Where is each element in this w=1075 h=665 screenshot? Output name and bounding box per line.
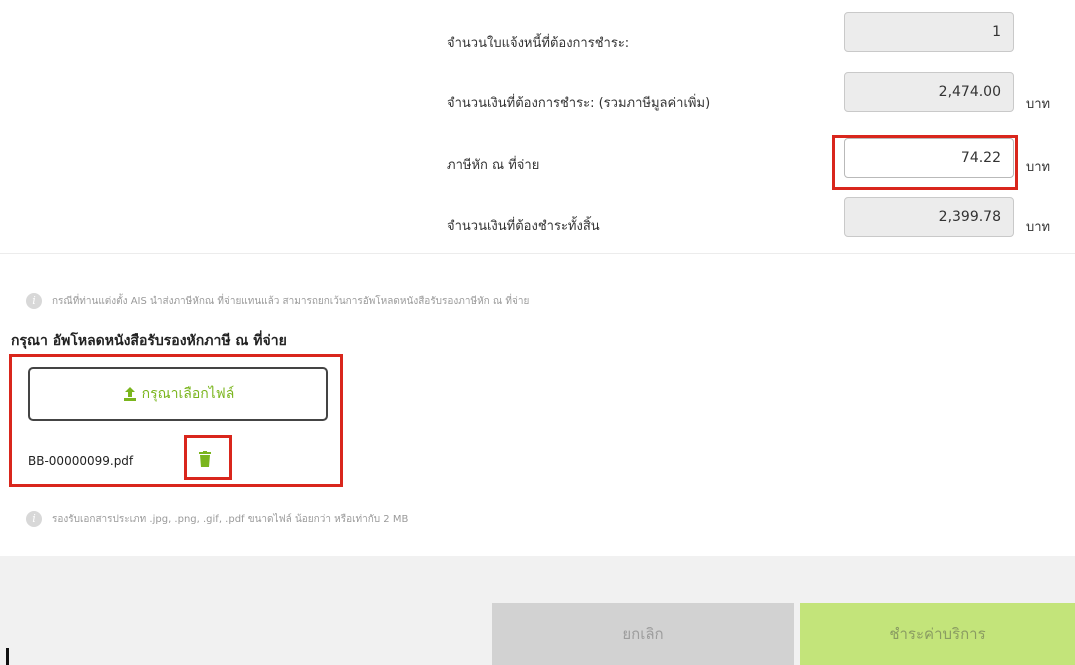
choose-file-label: กรุณาเลือกไฟล์ [141,386,235,402]
invoice-count-field: 1 [844,12,1014,52]
payment-page: จำนวนใบแจ้งหนี้ที่ต้องการชำระ: 1 จำนวนเง… [0,0,1075,665]
trash-icon[interactable] [198,451,212,467]
choose-file-button[interactable]: กรุณาเลือกไฟล์ [28,367,328,421]
upload-heading: กรุณา อัพโหลดหนังสือรับรองหักภาษี ณ ที่จ… [11,333,287,349]
invoice-count-label: จำนวนใบแจ้งหนี้ที่ต้องการชำระ: [447,36,630,51]
withholding-tax-unit: บาท [1026,160,1051,175]
amount-unit: บาท [1026,97,1051,112]
total-field: 2,399.78 [844,197,1014,237]
file-types-note-text: รองรับเอกสารประเภท .jpg, .png, .gif, .pd… [52,513,409,525]
cancel-button[interactable]: ยกเลิก [492,603,794,665]
withholding-tax-input[interactable]: 74.22 [844,138,1014,178]
info-icon: i [26,511,42,527]
amount-label: จำนวนเงินที่ต้องการชำระ: (รวมภาษีมูลค่าเ… [447,96,711,111]
text-cursor [6,648,9,665]
section-divider [0,253,1075,254]
upload-icon [123,387,136,401]
ais-note: i กรณีที่ท่านแต่งตั้ง AIS นำส่งภาษีหักณ … [26,293,529,309]
info-icon: i [26,293,42,309]
total-unit: บาท [1026,220,1051,235]
withholding-tax-label: ภาษีหัก ณ ที่จ่าย [447,158,540,173]
file-types-note: i รองรับเอกสารประเภท .jpg, .png, .gif, .… [26,511,408,527]
uploaded-file-name: BB-00000099.pdf [28,454,134,468]
total-label: จำนวนเงินที่ต้องชำระทั้งสิ้น [447,219,600,234]
pay-button[interactable]: ชำระค่าบริการ [800,603,1075,665]
amount-field: 2,474.00 [844,72,1014,112]
ais-note-text: กรณีที่ท่านแต่งตั้ง AIS นำส่งภาษีหักณ ที… [52,295,530,307]
